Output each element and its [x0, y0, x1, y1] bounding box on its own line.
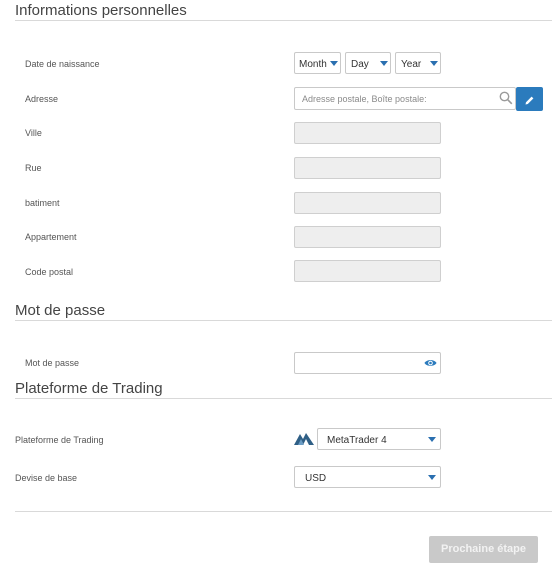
- caret-down-icon: [428, 437, 436, 442]
- birth-year-value: Year: [401, 59, 422, 70]
- birth-day-value: Day: [351, 59, 369, 70]
- city-label: Ville: [25, 128, 42, 138]
- section-title-password: Mot de passe: [15, 302, 106, 319]
- trading-platform-select[interactable]: MetaTrader 4: [317, 428, 441, 450]
- section-divider: [15, 320, 552, 321]
- street-field[interactable]: [294, 157, 441, 179]
- base-currency-select[interactable]: USD: [294, 466, 441, 488]
- section-divider: [15, 398, 552, 399]
- street-label: Rue: [25, 163, 42, 173]
- search-icon[interactable]: [499, 91, 513, 107]
- building-field[interactable]: [294, 192, 441, 214]
- password-label: Mot de passe: [25, 358, 80, 368]
- address-placeholder: Adresse postale, Boîte postale:: [302, 94, 427, 104]
- postal-code-label: Code postal: [25, 267, 74, 277]
- birthdate-label: Date de naissance: [25, 59, 100, 69]
- address-label: Adresse: [25, 94, 59, 104]
- caret-down-icon: [428, 475, 436, 480]
- caret-down-icon: [430, 61, 438, 66]
- birth-year-select[interactable]: Year: [395, 52, 441, 74]
- birth-month-value: Month: [299, 59, 327, 70]
- base-currency-value: USD: [305, 473, 327, 484]
- eye-icon[interactable]: [424, 358, 437, 370]
- password-input[interactable]: [294, 352, 441, 374]
- apartment-field[interactable]: [294, 226, 441, 248]
- postal-code-field[interactable]: [294, 260, 441, 282]
- base-currency-label: Devise de base: [15, 473, 78, 483]
- edit-address-button[interactable]: [516, 87, 543, 111]
- next-step-button[interactable]: Prochaine étape: [429, 536, 538, 563]
- birth-day-select[interactable]: Day: [345, 52, 391, 74]
- section-title-trading: Plateforme de Trading: [15, 380, 163, 397]
- trading-platform-label: Plateforme de Trading: [15, 435, 104, 445]
- footer-divider: [15, 511, 552, 512]
- birth-month-select[interactable]: Month: [294, 52, 341, 74]
- caret-down-icon: [330, 61, 338, 66]
- city-field[interactable]: [294, 122, 441, 144]
- address-search-input[interactable]: Adresse postale, Boîte postale:: [294, 87, 516, 110]
- trading-platform-value: MetaTrader 4: [327, 435, 387, 446]
- caret-down-icon: [380, 61, 388, 66]
- pencil-icon: [524, 93, 535, 111]
- section-title-personal-info: Informations personnelles: [15, 2, 187, 19]
- section-divider: [15, 20, 552, 21]
- metatrader-logo-icon: [294, 431, 314, 451]
- apartment-label: Appartement: [25, 232, 77, 242]
- building-label: batiment: [25, 198, 60, 208]
